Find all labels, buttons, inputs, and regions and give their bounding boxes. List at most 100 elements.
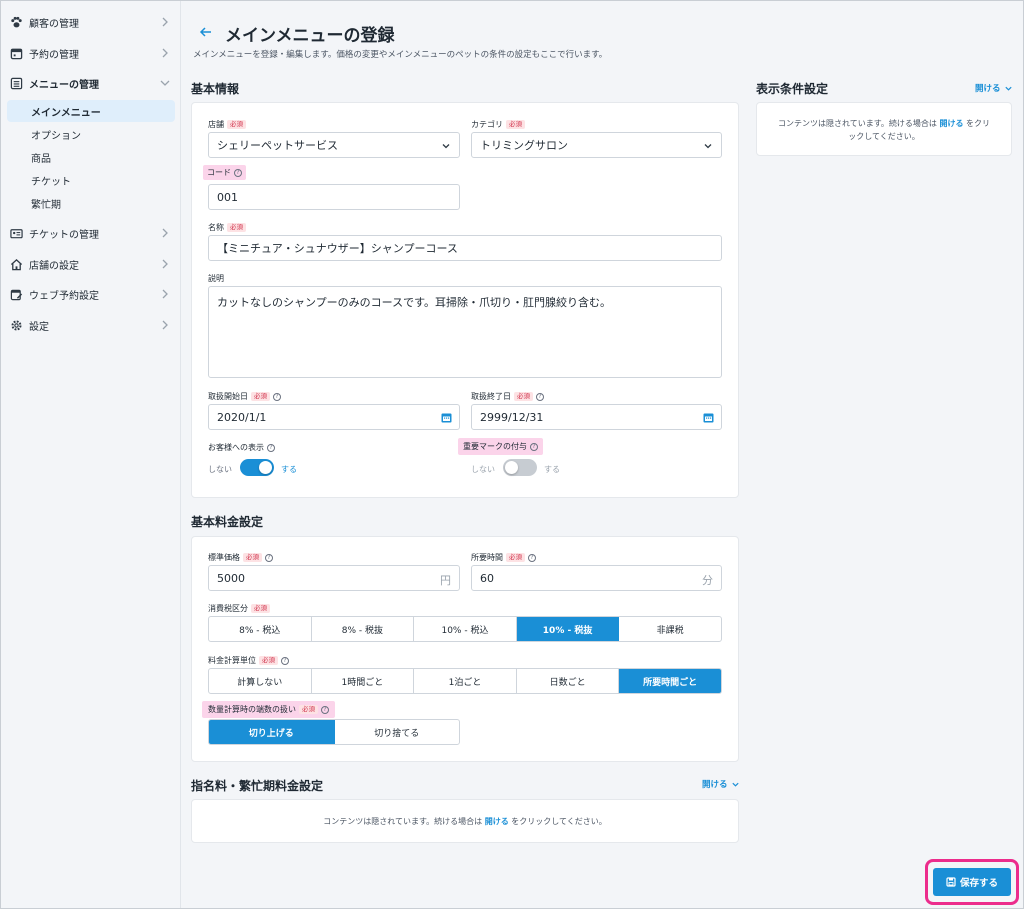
price-unit-option[interactable]: 1泊ごと [414,669,517,693]
sidebar-item-ticket-management[interactable]: チケットの管理 [1,221,181,245]
page-description: メインメニューを登録・編集します。価格の変更やメインメニューのペットの条件の設定… [193,50,608,60]
important-mark-toggle[interactable] [503,459,537,476]
required-badge: 必須 [227,120,246,129]
start-date-value: 2020/1/1 [217,410,267,424]
standard-price-label: 標準価格 必須? [208,552,273,563]
store-select[interactable]: シェリーペットサービス [208,132,460,158]
chevron-right-icon [162,228,168,238]
toggle-on-label: する [544,465,560,474]
message-text: コンテンツは隠されています。続ける場合は [777,119,937,128]
save-button[interactable]: 保存する [933,868,1011,896]
sidebar-subitem-label: 繁忙期 [31,199,61,211]
label-text: 数量計算時の端数の扱い [208,705,296,714]
calendar-icon[interactable] [441,412,452,423]
required-badge: 必須 [514,392,533,401]
category-label: カテゴリ 必須 [471,119,525,130]
required-badge: 必須 [251,604,270,613]
price-unit: 円 [440,574,451,587]
help-icon[interactable]: ? [536,392,544,401]
sidebar-item-store-settings[interactable]: 店舗の設定 [1,252,181,276]
customer-display-toggle[interactable] [240,459,274,476]
chevron-down-icon [442,144,450,149]
description-textarea-value: カットなしのシャンプーのみのコースです。耳掃除・爪切り・肛門腺絞り含む。 [217,296,612,309]
sidebar-subitem-tickets[interactable]: チケット [7,169,175,191]
sidebar-item-reservations[interactable]: 予約の管理 [1,41,181,65]
sidebar-item-settings[interactable]: 設定 [1,313,181,337]
label-text: 取扱開始日 [208,392,248,401]
duration-value: 60 [480,571,494,585]
help-icon[interactable]: ? [234,168,242,177]
required-badge: 必須 [506,553,525,562]
rounding-option[interactable]: 切り上げる [209,720,335,744]
help-icon[interactable]: ? [273,392,281,401]
sidebar-item-label: 店舗の設定 [29,260,79,272]
name-input[interactable]: 【ミニチュア・シュナウザー】シャンプーコース [208,235,722,261]
duration-input[interactable]: 60 分 [471,565,722,591]
toggle-off-label: しない [471,465,495,474]
help-icon[interactable]: ? [530,442,538,451]
tax-option[interactable]: 10% - 税込 [414,617,517,641]
rounding-label: 数量計算時の端数の扱い 必須? [202,701,335,718]
name-label: 名称 必須 [208,222,246,233]
label-text: コード [207,168,231,177]
end-date-input[interactable]: 2999/12/31 [471,404,722,430]
description-label: 説明 [208,273,224,284]
help-icon[interactable]: ? [321,705,329,714]
inline-open-link[interactable]: 開ける [939,119,963,128]
sidebar-subitem-main-menu[interactable]: メインメニュー [7,100,175,122]
required-badge: 必須 [299,705,318,714]
sidebar-item-web-reservation[interactable]: ウェブ予約設定 [1,282,181,306]
help-icon[interactable]: ? [281,656,289,665]
sidebar-item-label: 予約の管理 [29,49,79,61]
price-unit-option[interactable]: 所要時間ごと [619,669,721,693]
sidebar-subitem-options[interactable]: オプション [7,123,175,145]
sidebar-subitem-products[interactable]: 商品 [7,146,175,168]
help-icon[interactable]: ? [528,553,536,562]
standard-price-value: 5000 [217,571,245,585]
section-title-basic-info: 基本情報 [191,82,240,96]
sidebar-subitem-label: オプション [31,130,81,142]
section-title-nomination: 指名料・繁忙期料金設定 [191,779,324,793]
toggle-knob [505,461,518,474]
tax-option[interactable]: 8% - 税抜 [312,617,415,641]
description-textarea[interactable]: カットなしのシャンプーのみのコースです。耳掃除・爪切り・肛門腺絞り含む。 [208,286,722,378]
calendar-icon[interactable] [703,412,714,423]
rounding-option[interactable]: 切り捨てる [335,720,460,744]
sidebar-item-customers[interactable]: 顧客の管理 [1,10,181,34]
help-icon[interactable]: ? [267,443,275,452]
help-icon[interactable]: ? [265,553,273,562]
section-title-price: 基本料金設定 [191,515,264,529]
chevron-down-icon [1004,86,1012,91]
tax-segmented-control: 8% - 税込 8% - 税抜 10% - 税込 10% - 税抜 非課税 [208,616,722,642]
code-input[interactable]: 001 [208,184,460,210]
nomination-open-link[interactable]: 開ける [702,778,740,790]
price-unit-option[interactable]: 日数ごと [517,669,620,693]
code-input-value: 001 [217,190,238,204]
price-unit-option[interactable]: 1時間ごと [312,669,415,693]
sidebar-item-menus[interactable]: メニューの管理 [1,71,181,95]
nomination-hidden-message: コンテンツは隠されています。続ける場合は 開ける をクリックしてください。 [191,815,739,828]
chevron-down-icon [704,144,712,149]
price-unit-option[interactable]: 計算しない [209,669,312,693]
app-window: 顧客の管理 予約の管理 メニューの管理 メインメニュー オプション 商品 チケッ… [0,0,1024,909]
display-conditions-open-link[interactable]: 開ける [975,82,1013,94]
sidebar-item-label: ウェブ予約設定 [29,290,99,302]
back-arrow-icon[interactable] [199,25,213,39]
tax-option[interactable]: 非課税 [619,617,721,641]
open-link-text: 開ける [975,84,1001,94]
paw-icon [9,15,23,29]
inline-open-link[interactable]: 開ける [485,817,509,826]
required-badge: 必須 [227,223,246,232]
tax-option[interactable]: 8% - 税込 [209,617,312,641]
start-date-input[interactable]: 2020/1/1 [208,404,460,430]
code-label: コード? [203,165,246,180]
chevron-right-icon [162,289,168,299]
tax-option[interactable]: 10% - 税抜 [516,617,620,641]
duration-label: 所要時間 必須? [471,552,536,563]
end-date-label: 取扱終了日 必須? [471,391,544,402]
standard-price-input[interactable]: 5000 円 [208,565,460,591]
sidebar-item-label: 顧客の管理 [29,18,79,30]
category-select[interactable]: トリミングサロン [471,132,722,158]
tax-label: 消費税区分 必須 [208,603,270,614]
sidebar-subitem-busy-season[interactable]: 繁忙期 [7,192,175,214]
